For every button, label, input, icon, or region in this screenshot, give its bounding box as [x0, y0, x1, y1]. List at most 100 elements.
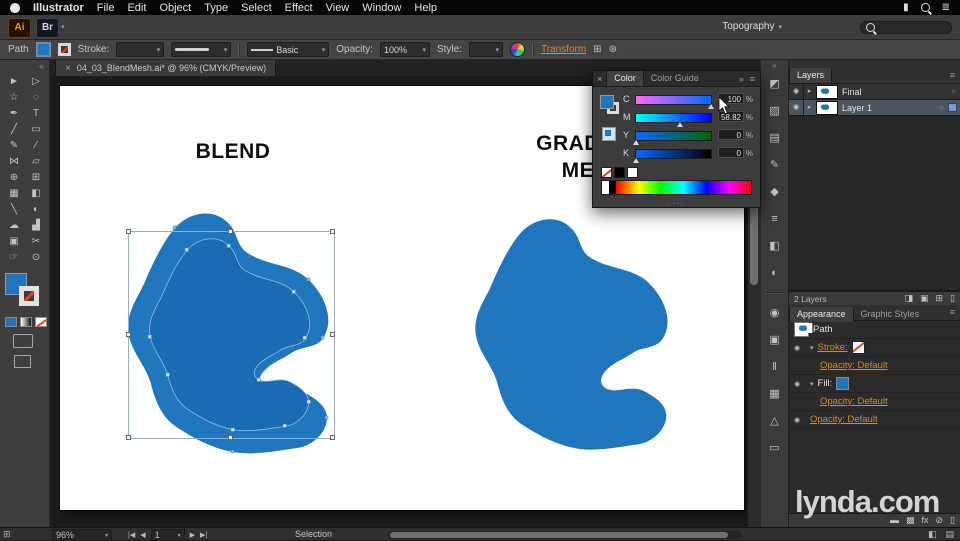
- align-objects-icon[interactable]: ⊞: [593, 44, 601, 55]
- selection-handle-s[interactable]: [228, 435, 233, 440]
- preferences-icon[interactable]: ⊛: [609, 44, 617, 55]
- tab-appearance[interactable]: Appearance: [789, 307, 854, 322]
- visibility-eye-icon[interactable]: ◉: [789, 100, 804, 115]
- menu-item-view[interactable]: View: [326, 2, 350, 14]
- color-panel-icon[interactable]: ◩: [766, 76, 783, 92]
- slice-tool[interactable]: ✂: [25, 233, 47, 249]
- menu-item-object[interactable]: Object: [159, 2, 191, 14]
- zoom-tool[interactable]: ⊙: [25, 249, 47, 265]
- appearance-label[interactable]: Opacity: Default: [810, 414, 878, 425]
- appearance-label[interactable]: Stroke:: [818, 342, 848, 353]
- target-circle-icon[interactable]: ○: [951, 87, 956, 96]
- brushes-panel-icon[interactable]: ✎: [766, 157, 783, 173]
- expand-panels-icon[interactable]: «: [761, 60, 788, 72]
- spectrum-white-end[interactable]: [602, 181, 609, 194]
- slider-track[interactable]: [633, 131, 712, 145]
- menu-item-illustrator[interactable]: Illustrator: [33, 2, 84, 14]
- apple-icon[interactable]: [10, 2, 20, 13]
- selection-handle-e[interactable]: [330, 332, 335, 337]
- new-sublayer-icon[interactable]: ▣: [920, 293, 929, 304]
- slider-thumb[interactable]: [633, 158, 639, 163]
- collapse-tools-icon[interactable]: «: [0, 60, 49, 73]
- paintbrush-tool[interactable]: ✎: [3, 137, 25, 153]
- free-transform-tool[interactable]: ▱: [25, 153, 47, 169]
- close-panel-icon[interactable]: ×: [593, 74, 606, 84]
- appearance-label[interactable]: Opacity: Default: [820, 396, 888, 407]
- color-button[interactable]: [5, 317, 17, 327]
- shape-builder-tool[interactable]: ⊕: [3, 169, 25, 185]
- close-tab-icon[interactable]: ×: [65, 63, 71, 74]
- document-tab[interactable]: × 04_03_BlendMesh.ai* @ 96% (CMYK/Previe…: [55, 60, 277, 76]
- symbol-sprayer-tool[interactable]: ☁: [3, 217, 25, 233]
- previous-artboard-icon[interactable]: ◀: [140, 531, 145, 539]
- slider-value-field[interactable]: 0: [718, 147, 744, 158]
- target-circle-icon[interactable]: ○: [939, 103, 944, 112]
- mesh-tool[interactable]: ▦: [3, 185, 25, 201]
- workspace-switcher[interactable]: Topography ▾: [722, 21, 782, 32]
- collapse-panel-icon[interactable]: »: [739, 74, 744, 84]
- expand-arrow-icon[interactable]: ▾: [810, 380, 814, 388]
- tab-graphic-styles[interactable]: Graphic Styles: [854, 307, 927, 322]
- variable-width-profile-combo[interactable]: ▾: [171, 42, 232, 57]
- swatches-panel-icon[interactable]: ▤: [766, 130, 783, 146]
- delete-item-icon[interactable]: ▯: [950, 515, 955, 526]
- recolor-artwork-icon[interactable]: [509, 42, 525, 57]
- blend-tool[interactable]: ◐: [25, 201, 47, 217]
- panel-menu-icon[interactable]: ≡: [950, 307, 955, 317]
- fill-proxy-icon[interactable]: [600, 95, 614, 109]
- make-clipping-mask-icon[interactable]: ◨: [904, 293, 913, 304]
- appearance-row-opacity-[interactable]: Opacity: Default: [789, 357, 960, 375]
- selection-handle-sw[interactable]: [126, 435, 131, 440]
- stroke-color-swatch[interactable]: [57, 43, 71, 56]
- gradient-button[interactable]: [20, 317, 32, 327]
- artboard-number-combo[interactable]: 1 ▾: [150, 529, 185, 541]
- selection-handle-ne[interactable]: [330, 229, 335, 234]
- stroke-swatch[interactable]: [19, 286, 39, 306]
- spectrum-black-end[interactable]: [609, 181, 616, 194]
- panel-menu-icon[interactable]: ≡: [750, 74, 755, 84]
- pen-tool[interactable]: ✒: [3, 105, 25, 121]
- delete-layer-icon[interactable]: ▯: [950, 293, 955, 304]
- opacity-combo[interactable]: 100% ▾: [379, 42, 430, 57]
- lasso-tool[interactable]: ◌: [25, 89, 47, 105]
- hand-tool[interactable]: ☞: [3, 249, 25, 265]
- transform-panel-link[interactable]: Transform: [541, 44, 586, 55]
- last-artboard-icon[interactable]: ▶|: [200, 531, 207, 539]
- bridge-launch-button[interactable]: Br: [36, 18, 59, 38]
- panel-menu-icon[interactable]: ≡: [950, 70, 955, 80]
- slider-value-field[interactable]: 0: [718, 129, 744, 140]
- visibility-eye-icon[interactable]: ◉: [794, 416, 806, 424]
- slider-track[interactable]: [635, 95, 714, 109]
- color-spectrum-bar[interactable]: [601, 180, 752, 195]
- rectangle-tool[interactable]: ▭: [25, 121, 47, 137]
- horizontal-scrollbar[interactable]: [388, 531, 742, 539]
- white-swatch[interactable]: [627, 167, 638, 178]
- slider-track[interactable]: [633, 149, 712, 163]
- brush-definition-combo[interactable]: Basic ▾: [247, 42, 330, 57]
- menu-item-help[interactable]: Help: [414, 2, 437, 14]
- layer-row-layer-1[interactable]: ◉ ▸ Layer 1 ○: [789, 100, 960, 116]
- none-swatch[interactable]: [601, 167, 612, 178]
- tab-color-guide[interactable]: Color Guide: [644, 71, 706, 86]
- artboard-tool[interactable]: ▣: [3, 233, 25, 249]
- magic-wand-tool[interactable]: ☆: [3, 89, 25, 105]
- artboards-panel-icon[interactable]: ▭: [766, 440, 783, 456]
- visibility-eye-icon[interactable]: ◉: [794, 344, 806, 352]
- screen-mode-button[interactable]: [14, 355, 31, 368]
- menu-item-type[interactable]: Type: [204, 2, 228, 14]
- menu-item-window[interactable]: Window: [362, 2, 401, 14]
- none-button[interactable]: [35, 317, 47, 327]
- graphic-style-combo[interactable]: ▾: [468, 42, 503, 57]
- align-panel-icon[interactable]: ‖: [766, 359, 783, 375]
- visibility-eye-icon[interactable]: ◉: [789, 84, 804, 99]
- horizontal-scrollbar-thumb[interactable]: [390, 532, 728, 538]
- notification-center-icon[interactable]: ≣: [942, 2, 950, 13]
- last-color-icon[interactable]: [602, 127, 616, 141]
- pencil-tool[interactable]: ⁄: [25, 137, 47, 153]
- transform-panel-icon[interactable]: △: [766, 413, 783, 429]
- bridge-dropdown-arrow-icon[interactable]: ▾: [61, 23, 65, 31]
- type-tool[interactable]: T: [25, 105, 47, 121]
- gradient-mesh-shape-artwork[interactable]: [462, 216, 694, 456]
- menu-item-file[interactable]: File: [97, 2, 115, 14]
- selection-tool[interactable]: ►: [3, 73, 25, 89]
